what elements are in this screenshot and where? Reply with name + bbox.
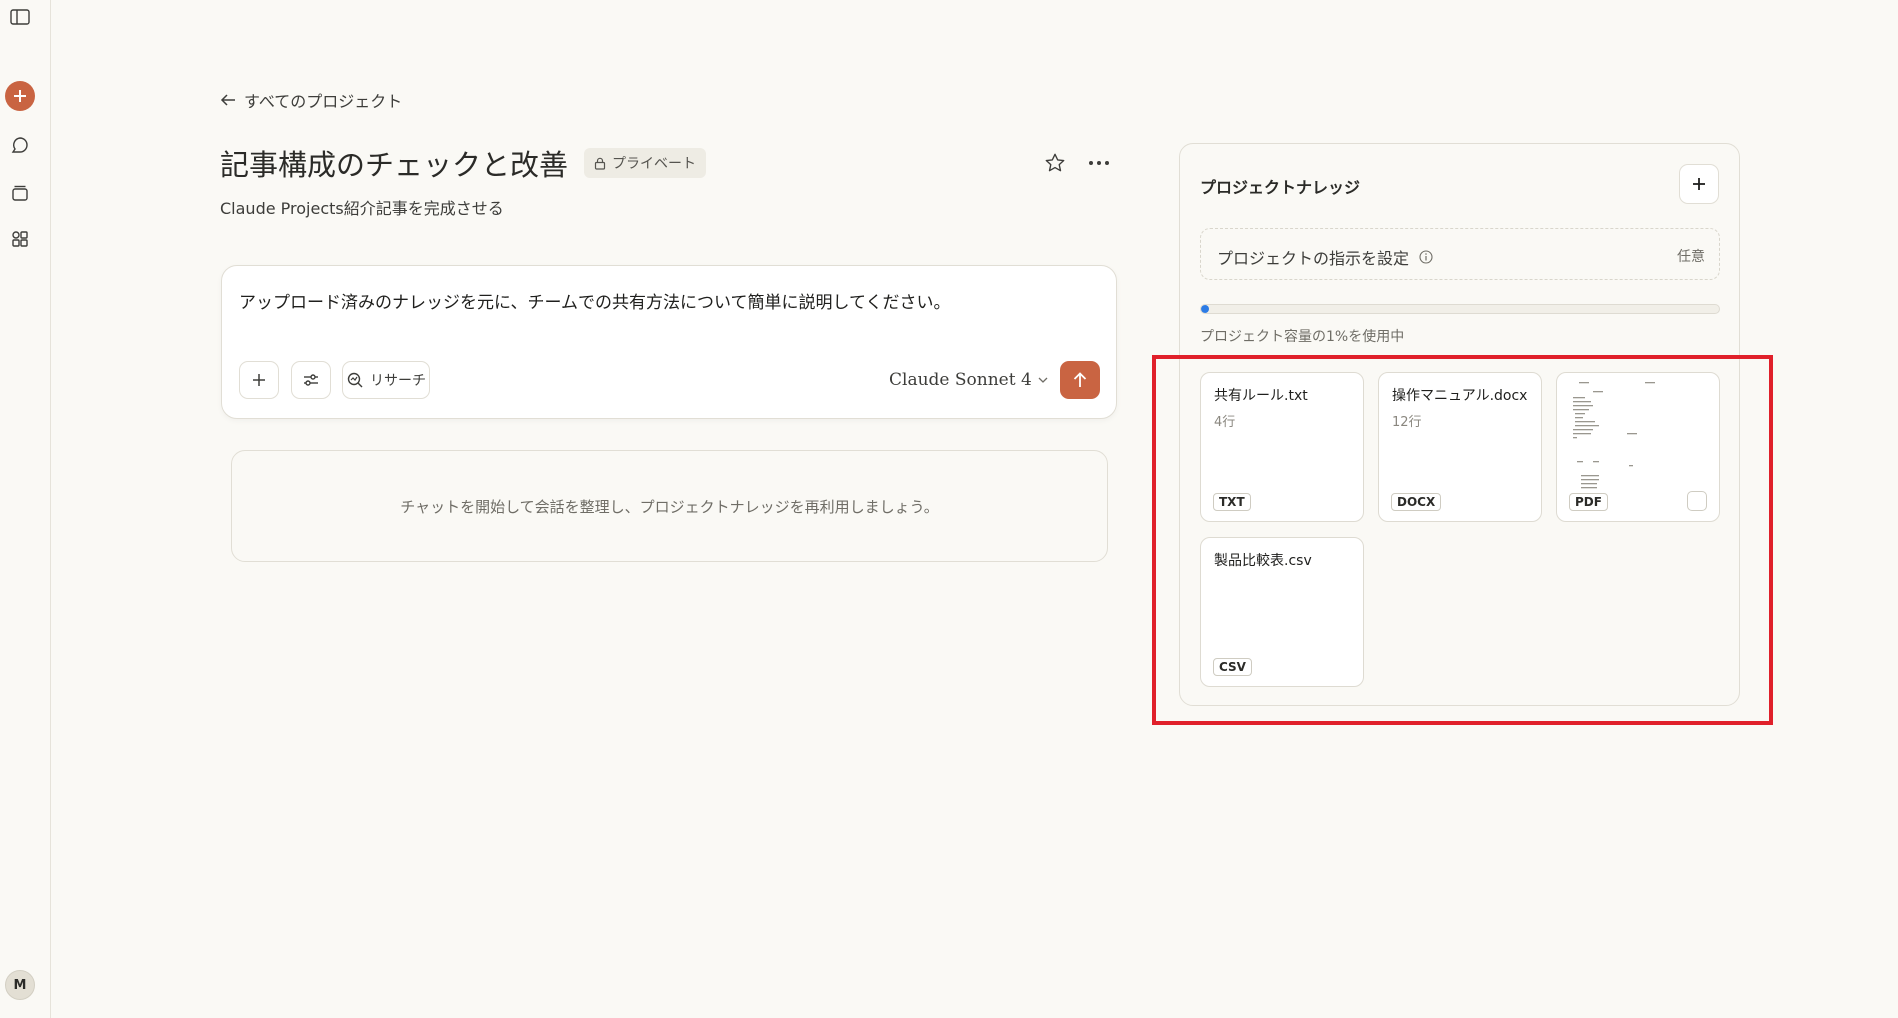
- research-icon: [347, 372, 363, 388]
- capacity-text: プロジェクト容量の1%を使用中: [1200, 329, 1405, 345]
- file-card-pdf[interactable]: PDF: [1556, 372, 1720, 522]
- visibility-badge: プライベート: [584, 148, 707, 178]
- plus-icon: [1693, 178, 1705, 190]
- file-name: 操作マニュアル.docx: [1392, 388, 1528, 404]
- plus-icon: [14, 90, 26, 102]
- avatar[interactable]: M: [5, 970, 35, 1000]
- message-input[interactable]: アップロード済みのナレッジを元に、チームでの共有方法について簡単に説明してくださ…: [239, 288, 950, 313]
- empty-chat-message: チャットを開始して会話を整理し、プロジェクトナレッジを再利用しましょう。: [231, 450, 1108, 562]
- file-type-badge: PDF: [1569, 493, 1608, 511]
- add-knowledge-button[interactable]: [1679, 164, 1719, 204]
- artifacts-icon[interactable]: [7, 226, 33, 252]
- project-instructions-button[interactable]: プロジェクトの指示を設定 任意: [1200, 228, 1720, 280]
- ellipsis-icon: [1089, 161, 1109, 165]
- new-chat-button[interactable]: [5, 81, 35, 111]
- instructions-optional: 任意: [1677, 249, 1705, 265]
- plus-icon: [253, 374, 265, 386]
- capacity-bar: [1200, 304, 1720, 314]
- attach-button[interactable]: [239, 361, 279, 399]
- file-lines: 4行: [1214, 415, 1236, 430]
- file-name: 製品比較表.csv: [1214, 553, 1312, 569]
- back-to-projects-link[interactable]: すべてのプロジェクト: [220, 88, 402, 112]
- file-card-txt[interactable]: 共有ルール.txt 4行 TXT: [1200, 372, 1364, 522]
- file-select-checkbox[interactable]: [1687, 491, 1707, 511]
- pdf-thumbnail-icon: [1573, 382, 1655, 489]
- info-icon: [1419, 250, 1433, 264]
- instructions-label: プロジェクトの指示を設定: [1217, 249, 1410, 268]
- chat-composer: アップロード済みのナレッジを元に、チームでの共有方法について簡単に説明してくださ…: [221, 265, 1117, 419]
- page-title: 記事構成のチェックと改善: [220, 148, 569, 182]
- sliders-icon: [304, 374, 318, 386]
- send-button[interactable]: [1060, 361, 1100, 399]
- model-selector[interactable]: Claude Sonnet 4: [889, 370, 1048, 390]
- file-type-badge: TXT: [1213, 493, 1251, 511]
- visibility-label: プライベート: [612, 156, 697, 172]
- sidebar: M: [0, 0, 51, 1018]
- capacity-fill: [1201, 305, 1210, 313]
- chats-icon[interactable]: [7, 133, 33, 159]
- arrow-left-icon: [220, 94, 235, 106]
- file-lines: 12行: [1392, 415, 1422, 430]
- projects-icon[interactable]: [7, 180, 33, 206]
- chevron-down-icon: [1038, 377, 1048, 383]
- toggle-sidebar-icon[interactable]: [7, 4, 33, 30]
- project-header: 記事構成のチェックと改善 プライベート: [220, 142, 707, 184]
- file-type-badge: DOCX: [1391, 493, 1442, 511]
- research-label: リサーチ: [370, 373, 426, 389]
- project-knowledge-panel: プロジェクトナレッジ プロジェクトの指示を設定 任意 プロジェクト容量の1%を使…: [1179, 143, 1740, 706]
- project-description: Claude Projects紹介記事を完成させる: [220, 199, 504, 218]
- file-card-docx[interactable]: 操作マニュアル.docx 12行 DOCX: [1378, 372, 1542, 522]
- model-name: Claude Sonnet 4: [889, 370, 1032, 390]
- file-card-csv[interactable]: 製品比較表.csv CSV: [1200, 537, 1364, 687]
- instructions-label-row: プロジェクトの指示を設定: [1217, 245, 1433, 269]
- tools-button[interactable]: [291, 361, 331, 399]
- more-options-button[interactable]: [1084, 148, 1114, 178]
- file-name: 共有ルール.txt: [1214, 388, 1308, 404]
- star-button[interactable]: [1040, 148, 1070, 178]
- star-icon: [1045, 153, 1065, 172]
- back-label: すべてのプロジェクト: [244, 92, 403, 111]
- file-type-badge: CSV: [1213, 658, 1252, 676]
- lock-icon: [594, 157, 606, 170]
- research-button[interactable]: リサーチ: [342, 361, 430, 399]
- arrow-up-icon: [1073, 372, 1087, 387]
- knowledge-title: プロジェクトナレッジ: [1200, 178, 1361, 197]
